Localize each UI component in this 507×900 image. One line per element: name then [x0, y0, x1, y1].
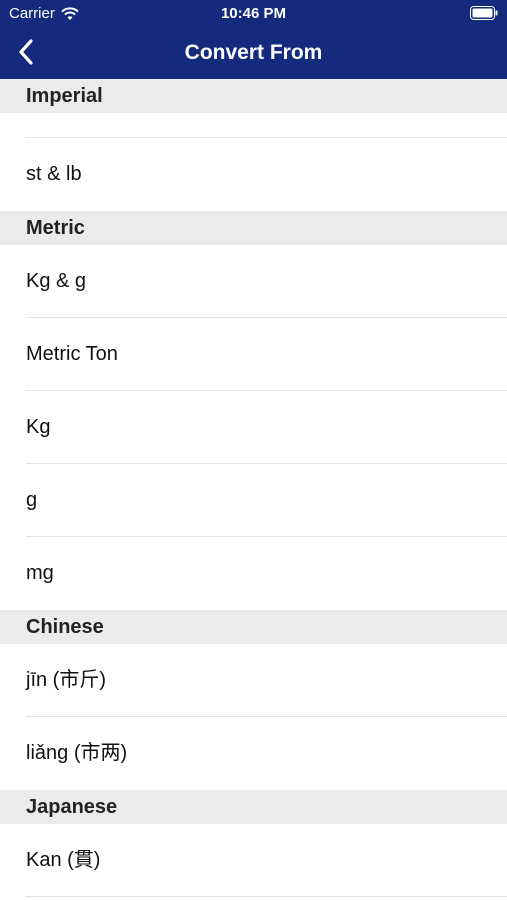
list-item[interactable]: Kan (貫) — [0, 824, 507, 897]
status-bar: Carrier 10:46 PM — [0, 0, 507, 28]
header: Carrier 10:46 PM Convert From — [0, 0, 507, 79]
section-header-chinese: Chinese — [0, 610, 507, 644]
list-item[interactable]: Kg — [0, 391, 507, 464]
list-item[interactable]: Metric Ton — [0, 318, 507, 391]
section-header-metric: Metric — [0, 211, 507, 245]
list-item[interactable]: st & lb — [0, 138, 507, 211]
list-item[interactable]: jīn (市斤) — [0, 644, 507, 717]
navigation-bar: Convert From — [0, 28, 507, 79]
list-item[interactable]: mg — [0, 537, 507, 610]
list-item[interactable]: liǎng (市两) — [0, 717, 507, 790]
battery-icon — [470, 6, 498, 20]
section-header-japanese: Japanese — [0, 790, 507, 824]
unit-list: Imperial st & lb Metric Kg & g Metric To… — [0, 79, 507, 897]
list-item[interactable]: g — [0, 464, 507, 537]
list-item[interactable] — [0, 113, 507, 138]
status-time: 10:46 PM — [220, 5, 287, 22]
list-item[interactable]: Kg & g — [0, 245, 507, 318]
page-title: Convert From — [184, 41, 323, 64]
section-header-imperial: Imperial — [0, 79, 507, 113]
